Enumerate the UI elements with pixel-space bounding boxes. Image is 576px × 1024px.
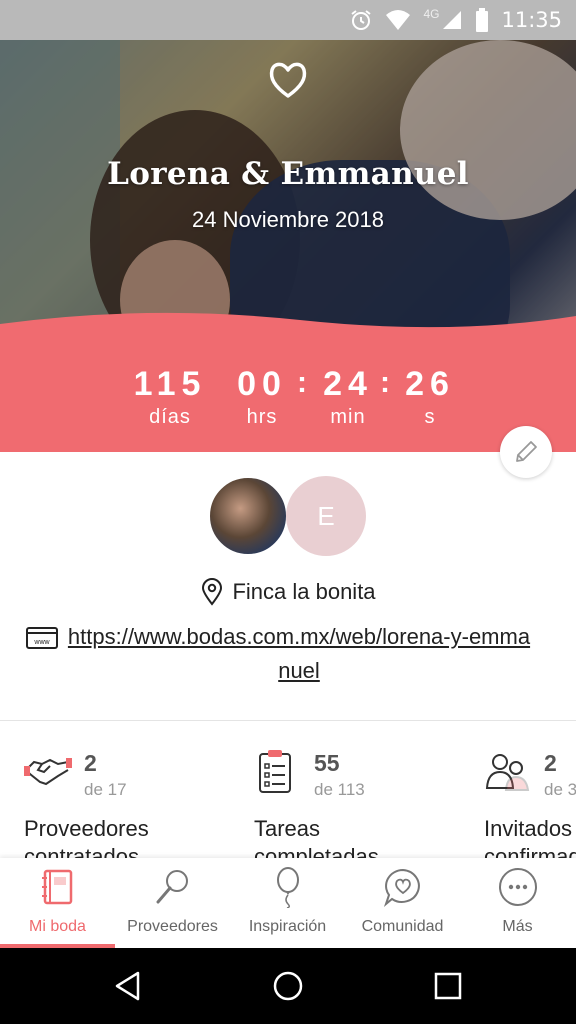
nav-label: Comunidad	[361, 918, 444, 935]
nav-mas[interactable]: Más	[460, 858, 575, 948]
guests-count: 2	[544, 750, 557, 776]
network-label: 4G	[423, 7, 440, 21]
avatar-photo[interactable]	[208, 476, 288, 556]
days-value: 115	[133, 365, 207, 403]
status-bar: 4G 11:35	[0, 0, 576, 40]
providers-subtitle: contratados	[24, 844, 139, 858]
alarm-icon	[351, 10, 372, 30]
home-icon[interactable]	[272, 970, 304, 1002]
separator: :	[380, 366, 390, 399]
wifi-icon	[386, 10, 411, 30]
more-icon	[499, 868, 537, 906]
countdown-minutes: 24 min	[310, 364, 386, 430]
nav-inspiracion[interactable]: Inspiración	[230, 858, 345, 948]
couple-avatars: E	[208, 476, 368, 558]
guests-title: Invitados	[484, 816, 573, 841]
venue-name: Finca la bonita	[232, 579, 376, 604]
tasks-count: 55	[314, 750, 340, 776]
guests-total: de 3	[544, 780, 576, 799]
clock: 11:35	[501, 8, 562, 32]
heart-logo-icon	[269, 62, 307, 98]
pencil-icon	[516, 441, 537, 462]
days-label: días	[149, 406, 191, 428]
status-icons: 4G 11:35	[349, 6, 562, 34]
hours-label: hrs	[246, 406, 278, 428]
hero-cover-photo: Lorena & Emmanuel 24 Noviembre 2018 115 …	[0, 40, 576, 452]
checklist-icon	[259, 750, 291, 793]
providers-total: de 17	[84, 780, 127, 799]
back-icon[interactable]	[112, 970, 144, 1002]
providers-title: Proveedores	[24, 816, 149, 841]
tasks-total: de 113	[314, 780, 365, 799]
edit-button[interactable]	[500, 426, 552, 478]
web-icon: www	[26, 627, 58, 649]
minutes-label: min	[330, 406, 366, 428]
providers-count: 2	[84, 750, 97, 776]
nav-label: Proveedores	[127, 918, 218, 935]
countdown: 115 días 00 hrs : 24 min : 26 s	[0, 364, 576, 452]
avatar-partner[interactable]: E	[286, 476, 366, 556]
tasks-subtitle: completadas	[254, 844, 379, 858]
nav-label: Más	[502, 918, 533, 935]
recents-icon[interactable]	[434, 972, 462, 1000]
seconds-value: 26	[405, 365, 455, 403]
avatar-initial: E	[317, 500, 335, 531]
svg-text:www: www	[33, 639, 50, 646]
couple-names: Lorena & Emmanuel	[107, 156, 469, 192]
guests-icon	[485, 754, 530, 791]
chat-heart-icon	[383, 868, 420, 908]
hours-value: 00	[237, 365, 287, 403]
nav-label: Mi boda	[29, 918, 86, 935]
guests-subtitle: confirmados	[484, 844, 576, 858]
handshake-icon	[24, 758, 72, 786]
venue[interactable]: Finca la bonita	[0, 578, 576, 606]
nav-mi-boda[interactable]: Mi boda	[0, 858, 115, 948]
nav-proveedores[interactable]: Proveedores	[115, 858, 230, 948]
wedding-date: 24 Noviembre 2018	[191, 207, 384, 232]
magnifier-icon	[156, 870, 188, 904]
countdown-hours: 00 hrs	[224, 364, 300, 430]
countdown-seconds: 26 s	[392, 364, 468, 430]
stats-row: 2 de 17 Proveedores contratados 55 de 11…	[0, 740, 576, 858]
balloon-icon	[277, 867, 299, 908]
system-nav-bar	[0, 948, 576, 1024]
notebook-icon	[42, 869, 73, 905]
signal-icon	[443, 11, 462, 29]
countdown-days: 115 días	[120, 364, 220, 430]
seconds-label: s	[424, 406, 436, 428]
website-link[interactable]: https://www.bodas.com.mx/web/lorena-y-em…	[64, 620, 534, 688]
separator: :	[297, 366, 307, 399]
location-pin-icon	[202, 578, 223, 606]
tasks-title: Tareas	[254, 816, 321, 841]
bottom-nav: Mi boda Proveedores Inspiración Comunida…	[0, 858, 576, 948]
minutes-value: 24	[323, 365, 373, 403]
divider	[0, 720, 576, 721]
nav-comunidad[interactable]: Comunidad	[345, 858, 460, 948]
nav-label: Inspiración	[248, 918, 327, 935]
battery-icon	[476, 8, 489, 32]
